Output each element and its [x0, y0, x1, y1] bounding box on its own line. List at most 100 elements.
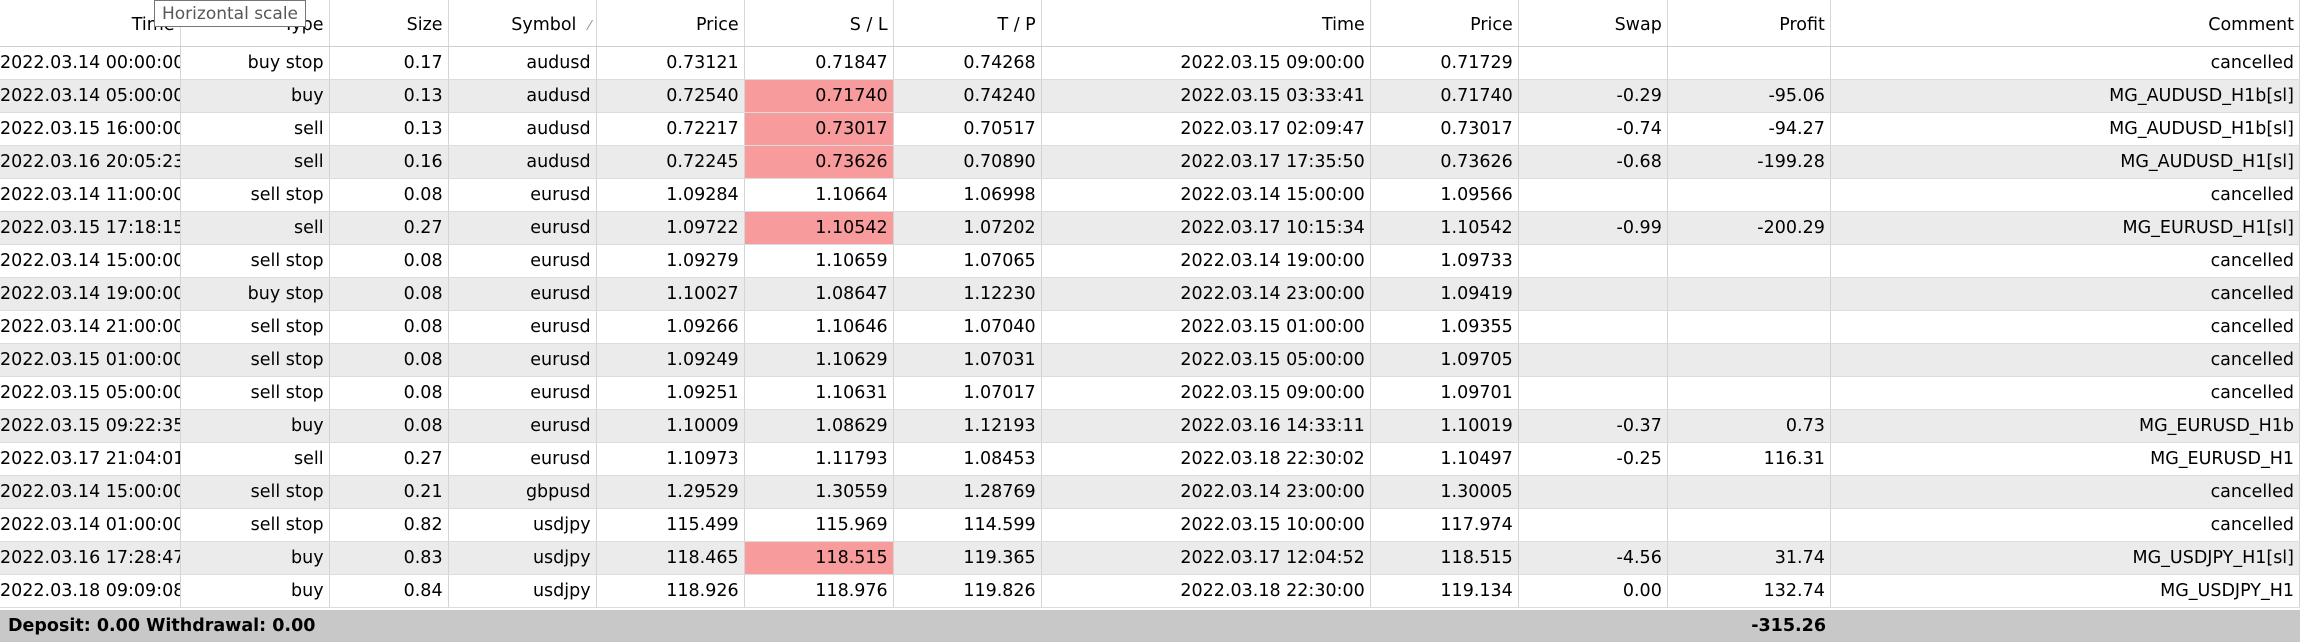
horizontal-scale-tooltip: Horizontal scale [154, 0, 307, 27]
cell-open-time: 2022.03.14 05:00:00 [0, 79, 181, 113]
cell-size: 0.13 [329, 112, 449, 146]
cell-size: 0.17 [329, 46, 449, 80]
cell-type: buy [180, 574, 330, 608]
cell-close-price: 117.974 [1370, 508, 1519, 542]
cell-take-profit: 1.07202 [893, 211, 1042, 245]
cell-type: sell stop [180, 376, 330, 410]
column-header-profit[interactable]: Profit [1667, 0, 1831, 47]
cell-close-price: 1.10542 [1370, 211, 1519, 245]
table-row[interactable]: 2022.03.15 01:00:00 sell stop 0.08 eurusd 1.… [0, 343, 2300, 377]
cell-size: 0.27 [329, 211, 449, 245]
cell-size: 0.83 [329, 541, 449, 575]
table-row[interactable]: 2022.03.14 15:00:00 sell stop 0.08 eurusd 1.… [0, 244, 2300, 278]
cell-profit [1667, 277, 1831, 311]
cell-take-profit: 119.826 [893, 574, 1042, 608]
sort-indicator-icon: ⁄ [588, 18, 591, 34]
cell-comment: MG_EURUSD_H1 [1830, 442, 2300, 476]
cell-stop-loss: 0.71847 [744, 46, 894, 80]
cell-type: sell stop [180, 310, 330, 344]
cell-swap [1518, 46, 1668, 80]
cell-symbol: audusd [448, 112, 597, 146]
cell-size: 0.08 [329, 376, 449, 410]
cell-profit: 31.74 [1667, 541, 1831, 575]
cell-take-profit: 1.28769 [893, 475, 1042, 509]
cell-profit [1667, 178, 1831, 212]
cell-stop-loss: 1.08629 [744, 409, 894, 443]
cell-swap: -0.37 [1518, 409, 1668, 443]
cell-size: 0.82 [329, 508, 449, 542]
cell-close-time: 2022.03.14 23:00:00 [1041, 277, 1371, 311]
column-header-symbol[interactable]: Symbol ⁄ [448, 0, 597, 47]
cell-profit: -200.29 [1667, 211, 1831, 245]
column-header-close-price[interactable]: Price [1370, 0, 1519, 47]
cell-size: 0.08 [329, 244, 449, 278]
table-row[interactable]: 2022.03.14 11:00:00 sell stop 0.08 eurusd 1.… [0, 178, 2300, 212]
cell-close-time: 2022.03.18 22:30:00 [1041, 574, 1371, 608]
table-row[interactable]: 2022.03.15 16:00:00 sell 0.13 audusd 0.72217… [0, 112, 2300, 146]
cell-take-profit: 1.08453 [893, 442, 1042, 476]
cell-symbol: eurusd [448, 409, 597, 443]
cell-profit: -199.28 [1667, 145, 1831, 179]
table-row[interactable]: 2022.03.15 17:18:15 sell 0.27 eurusd 1.09722… [0, 211, 2300, 245]
cell-open-price: 0.72217 [596, 112, 745, 146]
cell-comment: MG_AUDUSD_H1b[sl] [1830, 79, 2300, 113]
cell-type: sell [180, 211, 330, 245]
column-header-size[interactable]: Size [329, 0, 449, 47]
column-header-close-time[interactable]: Time [1041, 0, 1371, 47]
table-row[interactable]: 2022.03.14 21:00:00 sell stop 0.08 eurusd 1.… [0, 310, 2300, 344]
cell-stop-loss: 0.73626 [744, 145, 894, 179]
cell-close-price: 0.73626 [1370, 145, 1519, 179]
cell-profit [1667, 310, 1831, 344]
cell-open-price: 1.10009 [596, 409, 745, 443]
cell-take-profit: 119.365 [893, 541, 1042, 575]
table-row[interactable]: 2022.03.16 20:05:23 sell 0.16 audusd 0.72245… [0, 145, 2300, 179]
cell-take-profit: 0.74268 [893, 46, 1042, 80]
cell-profit [1667, 475, 1831, 509]
column-header-take-profit[interactable]: T / P [893, 0, 1042, 47]
table-row[interactable]: 2022.03.14 15:00:00 sell stop 0.21 gbpusd 1.… [0, 475, 2300, 509]
column-header-open-price[interactable]: Price [596, 0, 745, 47]
column-header-label: Size [406, 14, 443, 35]
column-header-label: Swap [1614, 14, 1662, 35]
column-header-stop-loss[interactable]: S / L [744, 0, 894, 47]
cell-size: 0.08 [329, 409, 449, 443]
cell-close-time: 2022.03.14 23:00:00 [1041, 475, 1371, 509]
deposit-withdrawal-summary: Deposit: 0.00 Withdrawal: 0.00 [8, 616, 316, 636]
cell-swap [1518, 475, 1668, 509]
cell-stop-loss: 1.10542 [744, 211, 894, 245]
cell-open-time: 2022.03.15 16:00:00 [0, 112, 181, 146]
cell-take-profit: 1.06998 [893, 178, 1042, 212]
cell-size: 0.13 [329, 79, 449, 113]
table-row[interactable]: 2022.03.17 21:04:01 sell 0.27 eurusd 1.10973… [0, 442, 2300, 476]
cell-take-profit: 0.70890 [893, 145, 1042, 179]
table-row[interactable]: 2022.03.16 17:28:47 buy 0.83 usdjpy 118.465 1… [0, 541, 2300, 575]
cell-symbol: gbpusd [448, 475, 597, 509]
cell-take-profit: 1.12230 [893, 277, 1042, 311]
table-row[interactable]: 2022.03.14 01:00:00 sell stop 0.82 usdjpy 11… [0, 508, 2300, 542]
cell-open-price: 1.09249 [596, 343, 745, 377]
cell-stop-loss: 1.30559 [744, 475, 894, 509]
column-header-comment[interactable]: Comment [1830, 0, 2300, 47]
cell-take-profit: 1.07017 [893, 376, 1042, 410]
cell-close-price: 1.10019 [1370, 409, 1519, 443]
table-row[interactable]: 2022.03.14 05:00:00 buy 0.13 audusd 0.72540 0… [0, 79, 2300, 113]
cell-comment: MG_AUDUSD_H1b[sl] [1830, 112, 2300, 146]
cell-size: 0.08 [329, 343, 449, 377]
cell-stop-loss: 1.10646 [744, 310, 894, 344]
cell-take-profit: 114.599 [893, 508, 1042, 542]
summary-bar: Deposit: 0.00 Withdrawal: 0.00 -315.26 [0, 610, 2300, 642]
cell-size: 0.27 [329, 442, 449, 476]
table-row[interactable]: 2022.03.15 09:22:35 buy 0.08 eurusd 1.10009 1… [0, 409, 2300, 443]
cell-open-time: 2022.03.18 09:09:08 [0, 574, 181, 608]
cell-open-price: 118.465 [596, 541, 745, 575]
cell-close-price: 0.73017 [1370, 112, 1519, 146]
table-row[interactable]: 2022.03.14 19:00:00 buy stop 0.08 eurusd 1.1… [0, 277, 2300, 311]
cell-comment: cancelled [1830, 178, 2300, 212]
table-row[interactable]: 2022.03.14 00:00:00 buy stop 0.17 audusd 0.7… [0, 46, 2300, 80]
table-row[interactable]: 2022.03.18 09:09:08 buy 0.84 usdjpy 118.926 1… [0, 574, 2300, 608]
cell-comment: MG_USDJPY_H1 [1830, 574, 2300, 608]
column-header-swap[interactable]: Swap [1518, 0, 1668, 47]
cell-open-time: 2022.03.16 17:28:47 [0, 541, 181, 575]
cell-comment: cancelled [1830, 244, 2300, 278]
table-row[interactable]: 2022.03.15 05:00:00 sell stop 0.08 eurusd 1.… [0, 376, 2300, 410]
